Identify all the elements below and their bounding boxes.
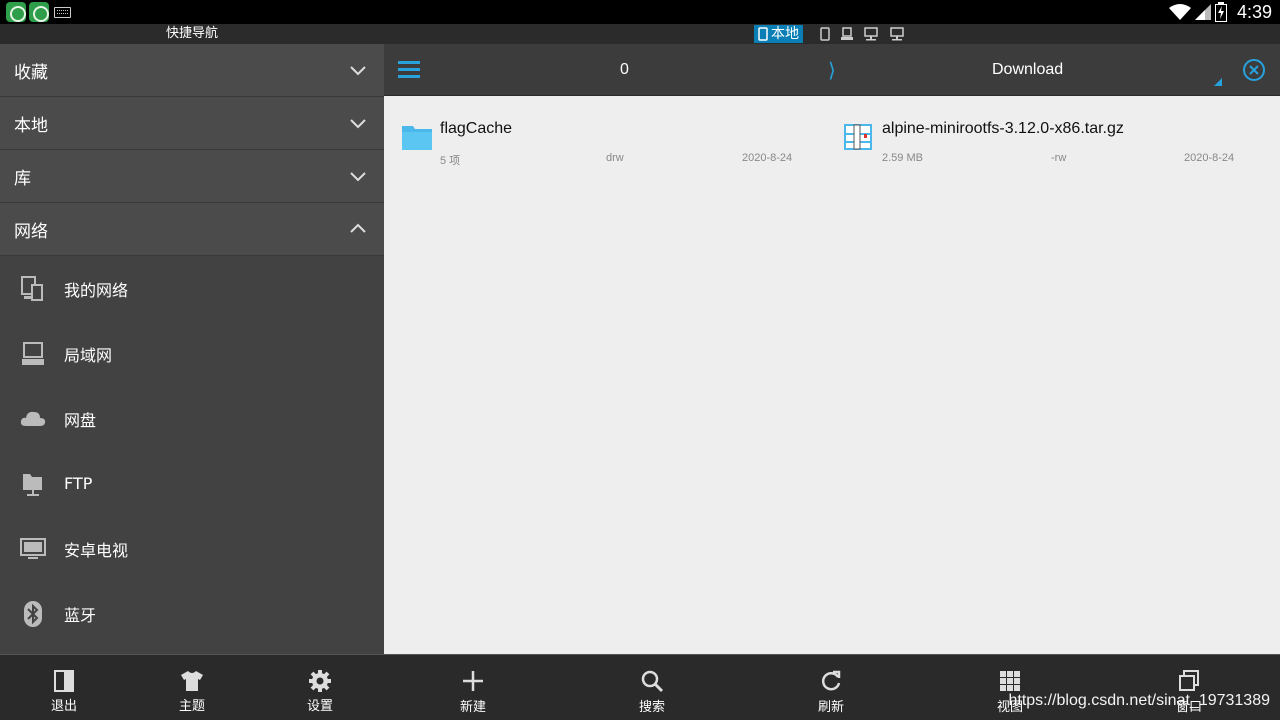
nav-item-android-tv[interactable]: 安卓电视 bbox=[0, 516, 384, 581]
ftp-folder-icon bbox=[23, 474, 42, 496]
file-browser-pane: 本地 0 ⟩ Download flagCache 5 项 drw 2020-8… bbox=[384, 24, 1280, 720]
nav-item-label: 安卓电视 bbox=[64, 540, 129, 560]
nav-item-label: 蓝牙 bbox=[64, 605, 97, 625]
chevron-up-icon bbox=[350, 223, 366, 233]
windows-icon bbox=[1179, 670, 1199, 691]
nav-item-lan[interactable]: 局域网 bbox=[0, 321, 384, 386]
bluetooth-icon bbox=[24, 601, 42, 627]
section-library[interactable]: 库 bbox=[0, 150, 384, 203]
theme-button[interactable]: 主题 bbox=[128, 655, 256, 720]
exit-button[interactable]: 退出 bbox=[0, 655, 128, 720]
grid-view-icon bbox=[1000, 671, 1020, 691]
settings-button[interactable]: 设置 bbox=[256, 655, 384, 720]
view-button[interactable]: 视图 bbox=[960, 655, 1060, 720]
keyboard-icon bbox=[54, 7, 71, 18]
window-tab-local[interactable]: 本地 bbox=[754, 25, 803, 43]
lan-computer-icon bbox=[22, 342, 44, 365]
file-permissions: drw bbox=[606, 152, 624, 164]
status-bar: 4:39 bbox=[0, 0, 1280, 24]
selection-count: 0 bbox=[620, 61, 629, 78]
current-folder[interactable]: Download bbox=[992, 44, 1063, 96]
search-icon bbox=[641, 670, 664, 693]
file-date: 2020-8-24 bbox=[1184, 152, 1235, 164]
cloud-icon bbox=[20, 411, 46, 426]
file-permissions: -rw bbox=[1051, 152, 1067, 164]
refresh-icon bbox=[821, 670, 841, 691]
tv-icon bbox=[20, 538, 46, 559]
search-button[interactable]: 搜索 bbox=[602, 655, 702, 720]
file-item-flagcache[interactable]: flagCache 5 项 drw 2020-8-24 bbox=[384, 120, 824, 190]
section-label: 库 bbox=[14, 168, 31, 189]
nav-item-label: 网盘 bbox=[64, 410, 97, 430]
section-local[interactable]: 本地 bbox=[0, 97, 384, 150]
app-notification-icon bbox=[6, 2, 26, 22]
nav-item-cloud-drive[interactable]: 网盘 bbox=[0, 386, 384, 451]
refresh-button[interactable]: 刷新 bbox=[781, 655, 881, 720]
close-circle-icon[interactable] bbox=[1242, 58, 1266, 82]
nav-item-bluetooth[interactable]: 蓝牙 bbox=[0, 581, 384, 646]
window-button[interactable]: 窗口 bbox=[1139, 655, 1239, 720]
phone-icon[interactable] bbox=[818, 27, 832, 41]
nav-item-my-network[interactable]: 我的网络 bbox=[0, 256, 384, 321]
section-label: 本地 bbox=[14, 115, 48, 136]
section-network[interactable]: 网络 bbox=[0, 203, 384, 256]
menu-icon[interactable] bbox=[398, 59, 420, 79]
file-date: 2020-8-24 bbox=[742, 152, 793, 164]
network-share-icon[interactable] bbox=[864, 27, 878, 41]
path-toolbar: 0 ⟩ Download bbox=[384, 44, 1280, 96]
quick-navigation-drawer: 快捷导航 收藏 本地 库 网络 我的网络 局域网 网盘 FTP 安卓电视 蓝牙 bbox=[0, 24, 384, 720]
nav-item-ftp[interactable]: FTP bbox=[0, 451, 384, 516]
section-favorites[interactable]: 收藏 bbox=[0, 44, 384, 97]
action-bar: 新建 搜索 刷新 视图 窗口 https://blog.csdn.net/sin… bbox=[384, 654, 1280, 720]
new-button[interactable]: 新建 bbox=[423, 655, 523, 720]
archive-icon bbox=[844, 124, 872, 150]
nav-item-label: 局域网 bbox=[64, 345, 113, 365]
folder-icon bbox=[402, 126, 432, 150]
signal-icon bbox=[1194, 4, 1211, 20]
path-separator: ⟩ bbox=[828, 58, 836, 82]
chevron-down-icon bbox=[350, 119, 366, 129]
section-label: 收藏 bbox=[14, 62, 48, 83]
chevron-down-icon bbox=[350, 172, 366, 182]
watermark: https://blog.csdn.net/sinat_19731389 bbox=[1008, 692, 1270, 709]
wifi-icon bbox=[1168, 4, 1191, 20]
file-item-alpine-archive[interactable]: alpine-minirootfs-3.12.0-x86.tar.gz 2.59… bbox=[826, 120, 1266, 190]
drawer-bottom-bar: 退出 主题 设置 bbox=[0, 654, 384, 720]
phone-icon bbox=[758, 27, 768, 41]
computer-icon[interactable] bbox=[840, 27, 854, 41]
nav-item-label: 我的网络 bbox=[64, 280, 129, 300]
network-share-icon[interactable] bbox=[890, 27, 904, 41]
my-network-icon bbox=[21, 276, 43, 301]
drawer-title: 快捷导航 bbox=[0, 24, 384, 44]
plus-icon bbox=[463, 671, 483, 691]
clock: 4:39 bbox=[1236, 1, 1272, 22]
file-name: alpine-minirootfs-3.12.0-x86.tar.gz bbox=[882, 120, 1124, 137]
file-name: flagCache bbox=[440, 120, 513, 137]
dropdown-corner-indicator[interactable] bbox=[1214, 78, 1222, 86]
gear-icon bbox=[309, 670, 331, 692]
nav-item-label: FTP bbox=[64, 474, 93, 493]
file-size: 2.59 MB bbox=[882, 152, 923, 164]
chevron-down-icon bbox=[350, 66, 366, 76]
status-indicators: 4:39 bbox=[1168, 0, 1272, 24]
app-notification-icon bbox=[29, 2, 49, 22]
exit-icon bbox=[54, 670, 74, 692]
file-item-count: 5 项 bbox=[440, 155, 461, 167]
window-tabs: 本地 bbox=[384, 24, 1280, 44]
battery-icon bbox=[1214, 2, 1227, 22]
tshirt-icon bbox=[181, 671, 203, 691]
section-label: 网络 bbox=[14, 221, 48, 242]
